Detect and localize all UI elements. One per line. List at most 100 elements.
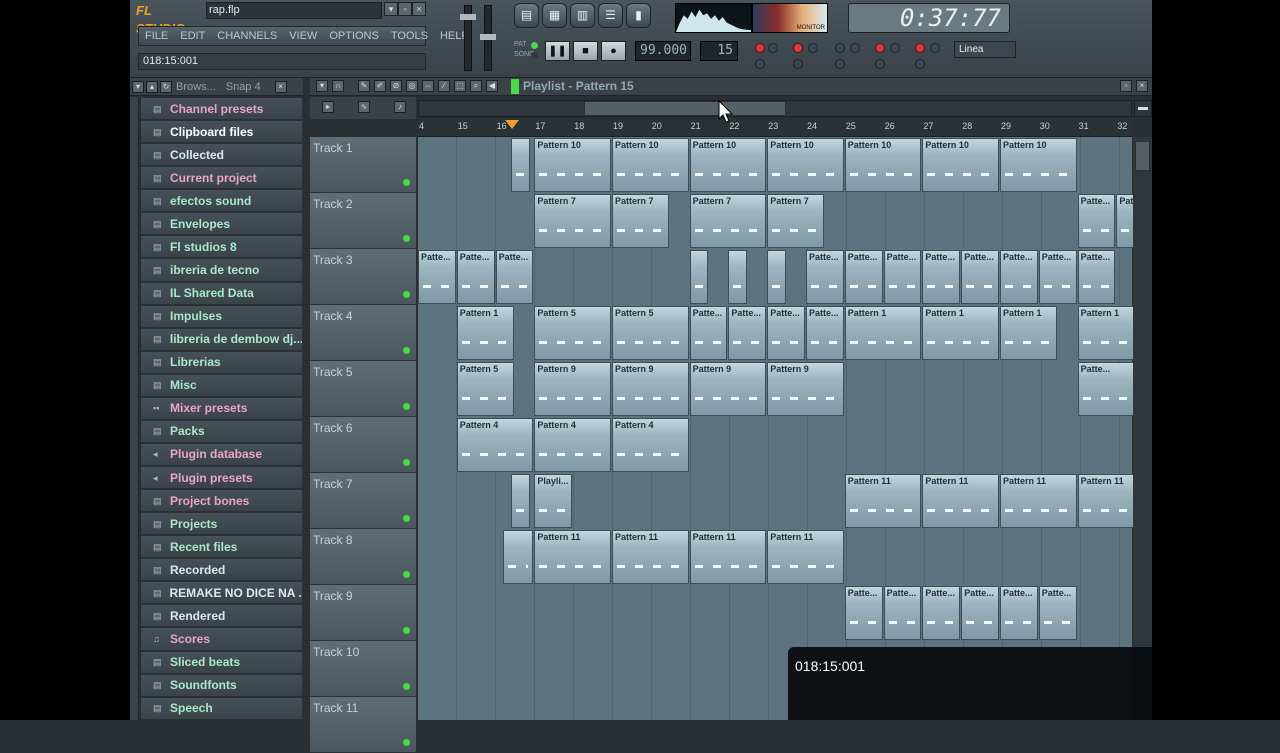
pattern-clip[interactable]: Patte... — [1000, 250, 1038, 304]
browser-item[interactable]: ▤ Recent files — [140, 535, 303, 559]
pattern-clip[interactable]: Pattern 11 — [844, 474, 922, 528]
browser-item[interactable]: ▤ Soundfonts — [140, 673, 303, 697]
pat-mode-led[interactable] — [531, 42, 538, 49]
mute-icon[interactable]: ◎ — [406, 80, 418, 92]
playlist-restore-icon[interactable]: ▫ — [1120, 80, 1132, 92]
pattern-clip[interactable]: Pattern 10 — [689, 138, 767, 192]
loop-record-icon[interactable] — [915, 43, 925, 53]
snap-select[interactable]: Linea — [954, 41, 1016, 58]
pattern-clip[interactable]: Pattern 11 — [689, 530, 767, 584]
browser-item[interactable]: ▤ Misc — [140, 373, 303, 397]
track-header[interactable]: Track 9 — [310, 585, 416, 641]
track-header[interactable]: Track 6 — [310, 417, 416, 473]
pattern-clip[interactable]: Patte... — [883, 250, 922, 304]
browser-item[interactable]: ▤ Channel presets — [140, 97, 303, 121]
playlist-menu-icon[interactable]: ▾ — [316, 80, 328, 92]
magnet-icon[interactable]: ∩ — [332, 80, 344, 92]
pattern-clip[interactable]: Pattern 4 — [456, 418, 534, 472]
browser-item[interactable]: ▤ Rendered — [140, 604, 303, 628]
pattern-clip[interactable]: Playli... — [534, 474, 573, 528]
pattern-clip[interactable]: Patte... — [806, 306, 844, 360]
pattern-clip[interactable]: Pattern 10 — [1000, 138, 1077, 192]
browser-item[interactable]: ▤ efectos sound — [140, 189, 303, 213]
pattern-clip[interactable]: Pattern 5 — [534, 306, 611, 360]
track-header[interactable]: Track 8 — [310, 529, 416, 585]
track-active-led[interactable] — [403, 235, 410, 242]
track-header[interactable]: Track 5 — [310, 361, 416, 417]
playlist-vertical-scrollbar[interactable] — [1133, 137, 1152, 720]
track-active-led[interactable] — [403, 347, 410, 354]
scroll-icon[interactable] — [930, 43, 940, 53]
pattern-clip[interactable] — [728, 250, 747, 304]
menu-tools[interactable]: TOOLS — [385, 27, 434, 45]
browser-item[interactable]: ▤ IL Shared Data — [140, 281, 303, 305]
browser-item[interactable]: ▤ Current project — [140, 166, 303, 190]
pattern-clip[interactable]: Pattern 4 — [534, 418, 611, 472]
browser-item[interactable]: ▤ Projects — [140, 512, 303, 536]
zoom-icon[interactable]: ⌕ — [470, 80, 482, 92]
browser-item[interactable]: ▤ REMAKE NO DICE NA ... — [140, 581, 303, 605]
track-active-led[interactable] — [403, 627, 410, 634]
pattern-clip[interactable]: Patte... — [1077, 194, 1116, 248]
pattern-clip[interactable]: Patte... — [728, 306, 767, 360]
pattern-clip[interactable]: Pattern 1 — [844, 306, 922, 360]
playlist-title[interactable]: Playlist - Pattern 15 — [523, 79, 634, 93]
pattern-clip[interactable]: Pattern 1 — [1000, 306, 1058, 360]
draw-icon[interactable]: ✎ — [358, 80, 370, 92]
track-header[interactable]: Track 2 — [310, 193, 416, 249]
pattern-clip[interactable]: Pattern 9 — [534, 362, 611, 416]
metronome-icon[interactable] — [755, 43, 765, 53]
pattern-clip[interactable]: Pattern 4 — [612, 418, 689, 472]
countdown-icon[interactable] — [793, 43, 803, 53]
song-position-marker[interactable] — [505, 120, 519, 130]
browser-item[interactable]: ▤ Packs — [140, 419, 303, 443]
pattern-clip[interactable]: Pattern 7 — [534, 194, 611, 248]
pattern-clip[interactable]: Pattern 9 — [612, 362, 689, 416]
browser-snap[interactable]: Snap 4 — [226, 81, 261, 93]
track-active-led[interactable] — [403, 179, 410, 186]
horizontal-scroll-thumb[interactable] — [584, 101, 786, 116]
pattern-clip[interactable] — [503, 530, 534, 584]
pattern-clip[interactable]: Pattern 11 — [767, 530, 844, 584]
track-header[interactable]: Track 10 — [310, 641, 416, 697]
pattern-clip[interactable]: Pattern 10 — [534, 138, 611, 192]
menu-view[interactable]: VIEW — [283, 27, 323, 45]
track-active-led[interactable] — [403, 403, 410, 410]
playlist-grid[interactable]: Pattern 10 Pattern 10 Pattern 10 Pattern 10… — [418, 137, 1135, 720]
browser-item[interactable]: ▤ ibreria de tecno — [140, 258, 303, 282]
step-edit-icon[interactable] — [808, 43, 818, 53]
browser-refresh-icon[interactable]: ↻ — [160, 80, 172, 93]
record-button[interactable]: ● — [601, 41, 626, 61]
bar-ruler[interactable]: 4 15 16 17 18 19 20 21 22 23 24 25 26 27 28 29 30 31 32 — [418, 119, 1132, 137]
pattern-clip[interactable]: Patte... — [1038, 250, 1077, 304]
browser-item[interactable]: ▪▪ Mixer presets — [140, 396, 303, 420]
track-header[interactable]: Track 1 — [310, 137, 416, 193]
track-active-led[interactable] — [403, 571, 410, 578]
piano-roll-button[interactable]: ▥ — [570, 3, 595, 28]
menu-options[interactable]: OPTIONS — [323, 27, 385, 45]
pattern-clip[interactable]: Pattern 10 — [922, 138, 999, 192]
multilink-icon[interactable] — [850, 43, 860, 53]
track-active-led[interactable] — [403, 459, 410, 466]
browser-item[interactable]: ▤ Envelopes — [140, 212, 303, 236]
undo-icon[interactable] — [755, 59, 765, 69]
song-mode-led[interactable] — [531, 52, 538, 59]
browser-item[interactable]: ▤ Project bones — [140, 489, 303, 513]
browser-item[interactable]: ◂ Plugin database — [140, 442, 303, 466]
menu-arrow-icon[interactable]: ▾ — [384, 2, 398, 16]
pattern-clip[interactable]: Patte... — [806, 250, 844, 304]
paint-icon[interactable]: ✐ — [374, 80, 386, 92]
pattern-clip[interactable] — [511, 474, 530, 528]
track-active-led[interactable] — [403, 683, 410, 690]
pause-button[interactable]: ❚❚ — [545, 41, 570, 61]
mixer-button[interactable]: ▮ — [626, 3, 651, 28]
playlist-close-icon[interactable]: × — [1136, 80, 1148, 92]
pattern-clip[interactable]: Pattern 5 — [612, 306, 689, 360]
pattern-clip[interactable]: Patte... — [1077, 250, 1116, 304]
cpu-icon[interactable] — [875, 59, 885, 69]
pattern-clip[interactable]: Patte... — [883, 586, 922, 640]
slice-icon[interactable]: ⁄ — [438, 80, 450, 92]
track-header[interactable]: Track 11 — [310, 697, 416, 753]
pattern-clip[interactable]: Pattern 7 — [689, 194, 767, 248]
pattern-view-icon[interactable]: ▸ — [322, 101, 334, 113]
